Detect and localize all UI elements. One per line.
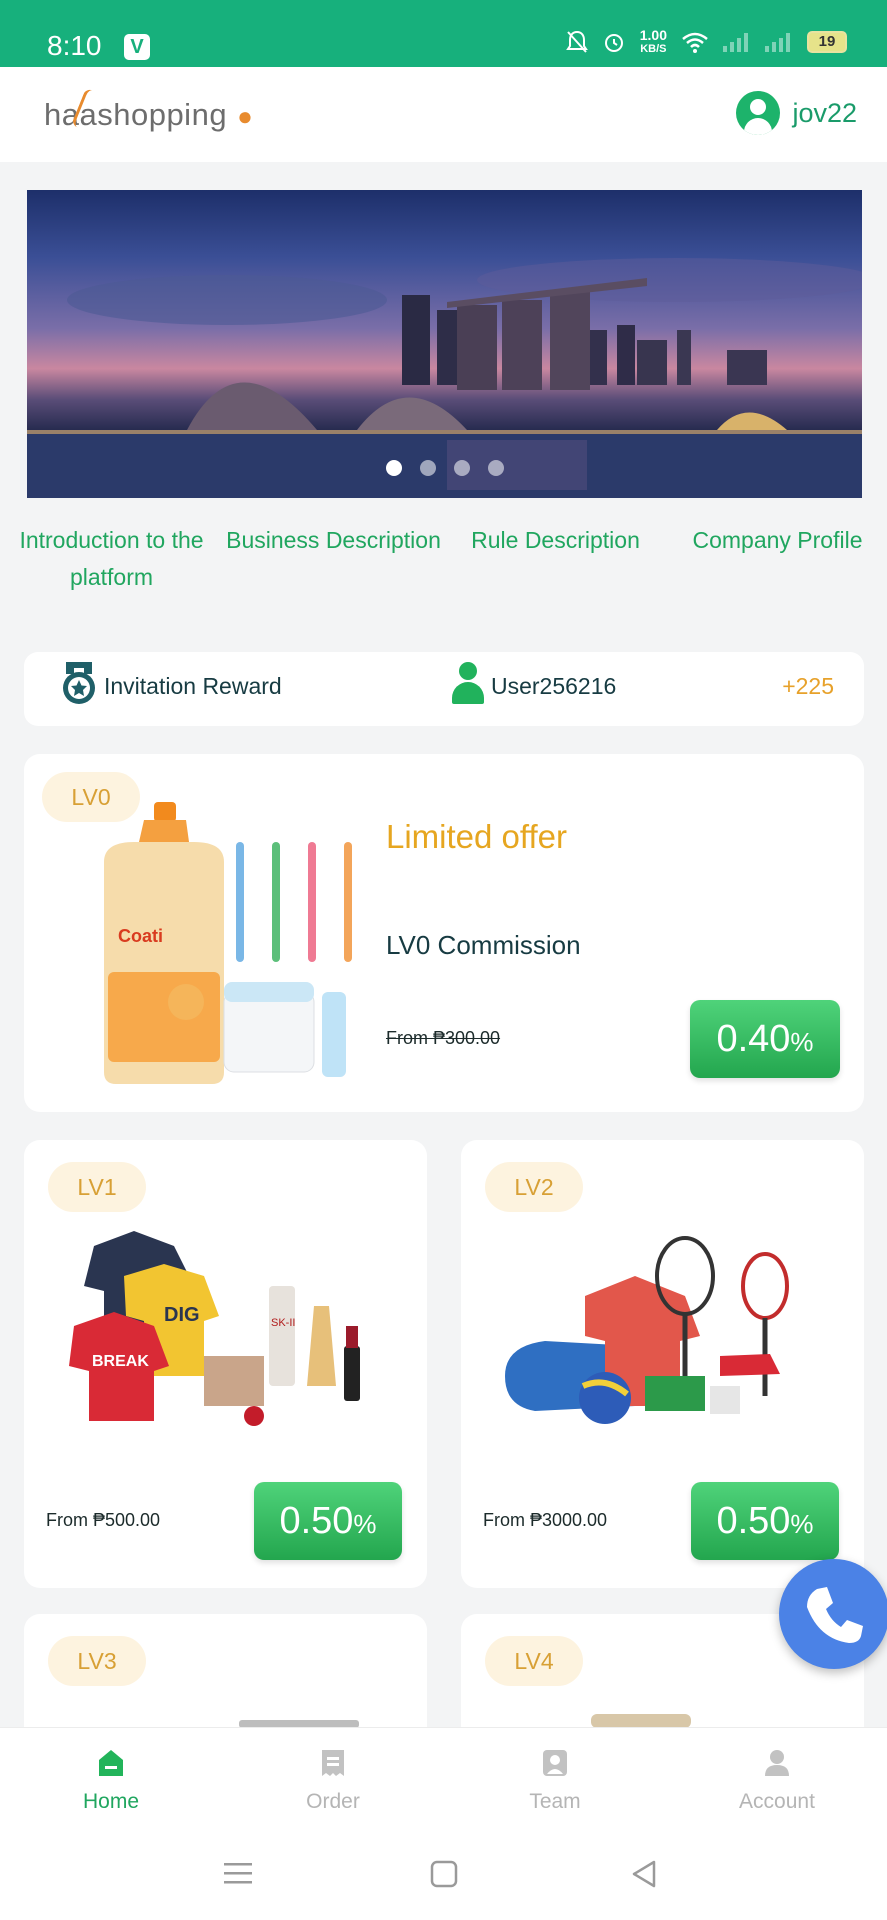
svg-text:DIG: DIG bbox=[164, 1304, 200, 1326]
menu-icon[interactable] bbox=[224, 1861, 254, 1885]
notice-user: User256216 bbox=[491, 673, 617, 699]
quick-links: Introduction to the platform Business De… bbox=[0, 522, 887, 602]
logo-dot-icon: ● bbox=[237, 101, 254, 131]
status-icons: 1.00 KB/S 19 bbox=[565, 28, 847, 56]
rate-value: 0.40 bbox=[716, 1018, 791, 1060]
commission-rate-button[interactable]: 0.50% bbox=[691, 1482, 839, 1560]
home-square-icon[interactable] bbox=[430, 1860, 458, 1888]
min-amount: From ₱3000.00 bbox=[483, 1510, 608, 1530]
app-notification-icon: V bbox=[124, 34, 150, 60]
notice-amount: +225 bbox=[782, 673, 834, 699]
tab-label: Home bbox=[82, 1790, 140, 1813]
phone-icon bbox=[807, 1587, 863, 1643]
tab-label: Order bbox=[306, 1790, 360, 1813]
back-icon[interactable] bbox=[630, 1859, 658, 1889]
banner-city-image bbox=[27, 258, 862, 498]
min-amount: From ₱300.00 bbox=[386, 1028, 501, 1048]
link-company-profile[interactable]: Company Profile bbox=[680, 522, 875, 559]
svg-text:SK-II: SK-II bbox=[271, 1317, 295, 1329]
carousel-dot[interactable] bbox=[385, 460, 402, 476]
banner-carousel[interactable] bbox=[27, 190, 862, 498]
baby-products-image: Coati bbox=[104, 802, 352, 1084]
level-badge: LV2 bbox=[485, 1162, 583, 1212]
svg-text:BREAK: BREAK bbox=[92, 1353, 149, 1370]
rate-unit: % bbox=[790, 1509, 814, 1539]
network-speed: 1.00 KB/S bbox=[640, 28, 667, 56]
status-time: 8:10 bbox=[47, 30, 102, 61]
alarm-icon bbox=[604, 34, 623, 52]
level-card-lv2[interactable]: LV2 From ₱3000.00 0.50% bbox=[461, 1140, 864, 1588]
level-badge: LV4 bbox=[485, 1636, 583, 1686]
mute-bell-icon bbox=[565, 30, 588, 53]
avatar[interactable] bbox=[736, 91, 781, 135]
network-speed-unit: KB/S bbox=[640, 43, 667, 55]
rate-value: 0.50 bbox=[716, 1500, 791, 1542]
link-introduction[interactable]: Introduction to the platform bbox=[14, 522, 209, 596]
rate-value: 0.50 bbox=[279, 1500, 354, 1542]
level-badge: LV3 bbox=[48, 1636, 146, 1686]
carousel-dot[interactable] bbox=[453, 460, 470, 476]
signal-icon-2 bbox=[765, 32, 793, 52]
rate-unit: % bbox=[353, 1509, 377, 1539]
signal-icon bbox=[723, 32, 751, 52]
wifi-icon bbox=[682, 32, 708, 53]
tab-home[interactable]: Home bbox=[0, 1728, 222, 1828]
tab-team[interactable]: Team bbox=[444, 1728, 666, 1828]
app-header: haashopping ● jov22 bbox=[0, 67, 887, 162]
user-icon bbox=[450, 662, 486, 706]
sports-equipment-image bbox=[505, 1236, 789, 1424]
system-navigation-bar bbox=[0, 1827, 887, 1920]
tab-label: Team bbox=[529, 1790, 581, 1813]
tab-label: Account bbox=[739, 1790, 815, 1813]
link-business-description[interactable]: Business Description bbox=[226, 522, 441, 559]
offer-title: Limited offer bbox=[386, 818, 567, 855]
rate-unit: % bbox=[790, 1027, 814, 1057]
clothing-cosmetics-image: BREAK DIG SK-II bbox=[69, 1231, 360, 1426]
account-icon bbox=[765, 1750, 789, 1776]
tab-order[interactable]: Order bbox=[222, 1728, 444, 1828]
bottom-tab-bar: Home Order Team Account bbox=[0, 1727, 887, 1827]
carousel-indicators bbox=[27, 460, 862, 476]
invitation-reward-ticker: Invitation Reward User256216 +225 bbox=[24, 652, 864, 726]
carousel-dot[interactable] bbox=[487, 460, 504, 476]
network-speed-value: 1.00 bbox=[639, 27, 667, 43]
order-icon bbox=[322, 1750, 344, 1776]
status-bar: 8:10 V 1.00 KB/S 19 bbox=[0, 0, 887, 67]
team-icon bbox=[543, 1750, 567, 1776]
commission-rate-button[interactable]: 0.50% bbox=[254, 1482, 402, 1560]
brand-logo[interactable]: haashopping ● bbox=[44, 87, 254, 133]
logo-text: haashopping bbox=[44, 97, 228, 132]
level-card-lv1[interactable]: LV1 BREAK DIG SK-II From ₱500.00 0.50% bbox=[24, 1140, 427, 1588]
commission-label: LV0 Commission bbox=[386, 930, 581, 960]
level-badge: LV1 bbox=[48, 1162, 146, 1212]
link-rule-description[interactable]: Rule Description bbox=[463, 522, 648, 559]
level-card-lv0[interactable]: LV0 Coati Limited offer LV0 Commission F… bbox=[24, 754, 864, 1112]
tab-account[interactable]: Account bbox=[666, 1728, 887, 1828]
svg-text:Coati: Coati bbox=[118, 926, 163, 946]
medal-icon bbox=[63, 662, 95, 704]
product-image-partial bbox=[591, 1714, 691, 1728]
notice-label: Invitation Reward bbox=[104, 673, 282, 699]
home-icon bbox=[99, 1750, 123, 1776]
user-profile[interactable]: jov22 bbox=[736, 91, 857, 135]
battery-icon: 19 bbox=[807, 31, 847, 53]
carousel-dot[interactable] bbox=[419, 460, 436, 476]
username: jov22 bbox=[792, 97, 857, 128]
commission-rate-button[interactable]: 0.40% bbox=[690, 1000, 840, 1078]
min-amount: From ₱500.00 bbox=[46, 1510, 161, 1530]
customer-service-call-button[interactable] bbox=[779, 1559, 887, 1669]
